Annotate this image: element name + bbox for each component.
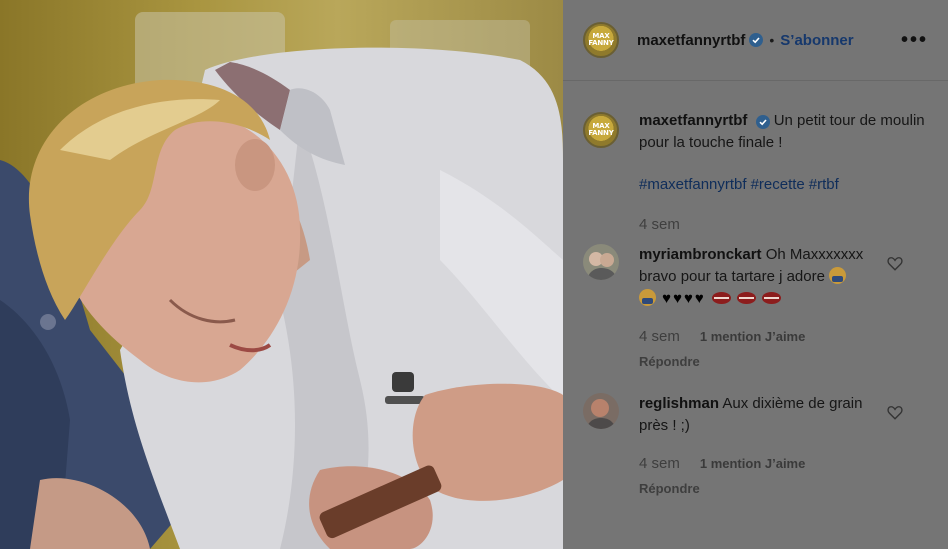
- avatar-logo-text: MAX FANNY: [588, 32, 614, 47]
- post-caption: MAX FANNY maxetfannyrtbf Un petit tour d…: [583, 110, 928, 236]
- commenter-avatar[interactable]: [583, 393, 619, 429]
- kiss-mark-icon: [737, 292, 757, 304]
- comment-username[interactable]: reglishman: [639, 395, 719, 412]
- kiss-mark-icon: [711, 292, 731, 304]
- caption-username[interactable]: maxetfannyrtbf: [639, 112, 747, 129]
- black-heart-icon: ♥♥♥♥: [662, 290, 706, 307]
- account-avatar[interactable]: MAX FANNY: [583, 22, 619, 58]
- comment-meta: 4 sem 1 mention J’aime: [639, 453, 884, 475]
- emoji-person-icon: [829, 267, 847, 284]
- comment-body: reglishman Aux dixième de grain près ! ;…: [639, 393, 884, 500]
- post-photo-illustration: [0, 12, 563, 549]
- hashtag-link[interactable]: #recette: [751, 176, 805, 193]
- comment-likes[interactable]: 1 mention J’aime: [700, 453, 805, 475]
- hashtag-link[interactable]: #rtbf: [809, 176, 839, 193]
- caption-timestamp[interactable]: 4 sem: [639, 214, 928, 236]
- header-username[interactable]: maxetfannyrtbf: [637, 32, 745, 49]
- comment-item: myriambronckart Oh Maxxxxxxx bravo pour …: [583, 244, 928, 373]
- caption-avatar[interactable]: MAX FANNY: [583, 112, 619, 148]
- reply-button[interactable]: Répondre: [639, 478, 884, 500]
- post-side-panel: MAX FANNY maxetfannyrtbf • S’abonner •••…: [563, 0, 948, 549]
- caption-body: maxetfannyrtbf Un petit tour de moulin p…: [639, 110, 928, 236]
- comment-timestamp[interactable]: 4 sem: [639, 453, 680, 475]
- emoji-person-icon: [639, 289, 656, 306]
- emoji-row: ♥♥♥♥: [639, 288, 884, 310]
- more-options-icon[interactable]: •••: [901, 29, 928, 52]
- verified-badge-icon: [749, 33, 764, 47]
- heart-outline-icon[interactable]: [886, 254, 904, 272]
- comment-body: myriambronckart Oh Maxxxxxxx bravo pour …: [639, 244, 884, 373]
- comment-timestamp[interactable]: 4 sem: [639, 326, 680, 348]
- follow-button[interactable]: S’abonner: [780, 32, 853, 49]
- comment-meta: 4 sem 1 mention J’aime: [639, 326, 884, 348]
- commenter-avatar[interactable]: [583, 244, 619, 280]
- comment-likes[interactable]: 1 mention J’aime: [700, 326, 805, 348]
- verified-badge-icon: [755, 115, 770, 129]
- comment-item: reglishman Aux dixième de grain près ! ;…: [583, 393, 928, 500]
- post-photo[interactable]: [0, 0, 563, 549]
- post-header: MAX FANNY maxetfannyrtbf • S’abonner •••: [563, 0, 948, 81]
- separator-dot: •: [769, 32, 775, 48]
- reply-button[interactable]: Répondre: [639, 351, 884, 373]
- comment-username[interactable]: myriambronckart: [639, 246, 762, 263]
- caption-avatar-logo-text: MAX FANNY: [588, 122, 614, 137]
- hashtag-link[interactable]: #maxetfannyrtbf: [639, 176, 747, 193]
- heart-outline-icon[interactable]: [886, 403, 904, 421]
- caption-hashtags: #maxetfannyrtbf #recette #rtbf: [639, 174, 928, 196]
- kiss-mark-icon: [762, 292, 782, 304]
